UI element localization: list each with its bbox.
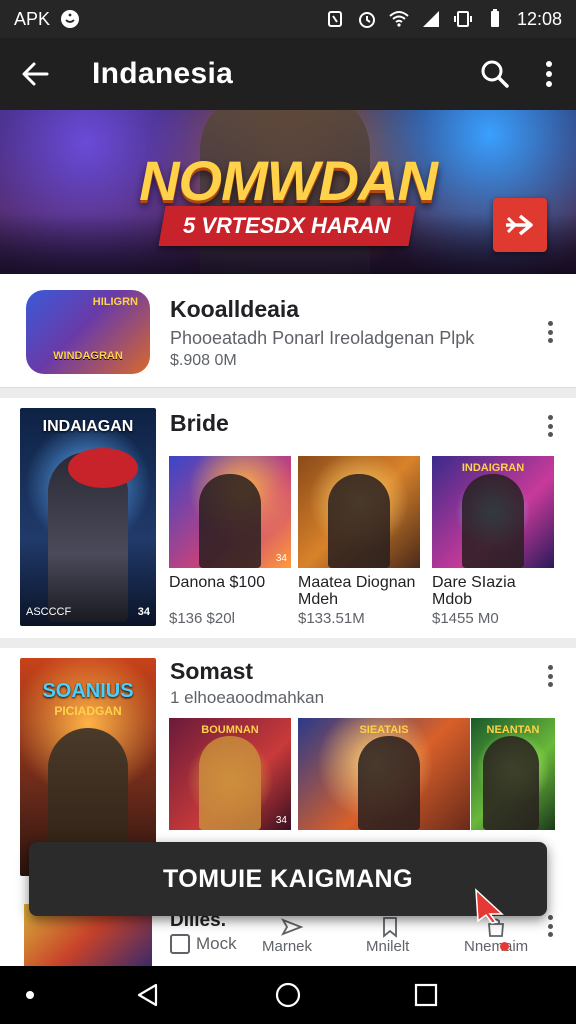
tile-tag: 34 — [275, 815, 287, 826]
hero-banner[interactable]: NOMWDAN 5 VRTESDX HARAN — [0, 110, 576, 274]
poster-footer: ASCCCF — [26, 606, 72, 618]
signal-icon — [422, 11, 439, 27]
tile-title: SIEATAIS — [359, 724, 409, 736]
tile-character-art — [199, 736, 261, 830]
tab-marnek[interactable]: Marnek — [262, 938, 312, 955]
page-title: Indanesia — [92, 57, 234, 90]
arrow-left-icon — [22, 62, 49, 86]
featured-app-meta: $.908 0M — [170, 352, 237, 369]
tile-character-art — [358, 736, 420, 830]
play-arrow-icon — [506, 214, 533, 236]
poster-title: SOANIUS — [42, 680, 134, 702]
tile-price: $133.51M — [298, 610, 365, 627]
section-title: Bride — [170, 410, 229, 436]
section-poster[interactable]: INDAIAGAN ASCCCF 34 — [20, 408, 156, 626]
tile-title: BOUMNAN — [201, 724, 259, 736]
alarm-icon — [358, 12, 375, 28]
tile-title: INDAIGRAN — [461, 462, 525, 474]
featured-app-name: Kooalldeaia — [170, 296, 300, 322]
app-bar: Indanesia — [0, 38, 576, 110]
featured-app-card[interactable]: HILIGRN WINDAGRAN Kooalldeaia Phooeatadh… — [0, 274, 576, 388]
home-circle-icon — [275, 982, 301, 1008]
snackbar-text: TOMUIE KAIGMANG — [162, 864, 414, 893]
carrier-label: APK — [14, 8, 51, 29]
section-card-bride: INDAIAGAN ASCCCF 34 Bride 34 INDAIGRAN D… — [0, 398, 576, 638]
game-tile[interactable]: 34 — [169, 456, 291, 568]
more-vert-icon[interactable] — [538, 412, 562, 440]
more-vert-icon[interactable] — [538, 318, 562, 346]
poster-title: INDAIAGAN — [42, 418, 134, 435]
game-tile[interactable]: SIEATAIS — [298, 718, 470, 830]
search-icon — [481, 60, 509, 88]
more-vert-icon[interactable] — [538, 662, 562, 690]
thumbnail-top-label: HILIGRN — [92, 296, 138, 308]
tab-mnilelt[interactable]: Mnilelt — [366, 938, 409, 955]
nav-home-button[interactable] — [273, 980, 303, 1010]
thumbnail-label: WINDAGRAN — [53, 350, 123, 362]
status-bar: APK 12:08 — [0, 0, 576, 38]
tile-price: $1455 M0 — [432, 610, 499, 627]
pointer-cursor-icon — [475, 888, 504, 924]
hero-ribbon: 5 VRTESDX HARAN — [158, 206, 416, 246]
game-tile[interactable] — [298, 456, 420, 568]
search-button[interactable] — [468, 38, 522, 110]
game-tile[interactable]: INDAIGRAN — [432, 456, 554, 568]
game-tile[interactable]: BOUMNAN 34 — [169, 718, 291, 830]
tile-caption: Maatea Diognan Mdeh — [298, 574, 416, 608]
featured-app-subtitle: Phooeatadh Ponarl Ireoladgenan Plpk — [170, 328, 475, 348]
tile-caption: Danona $100 — [169, 574, 266, 591]
smiley-icon — [61, 10, 80, 28]
section-title: Somast — [170, 658, 254, 684]
featured-app-thumbnail: HILIGRN WINDAGRAN — [26, 290, 150, 374]
nav-recents-button[interactable] — [411, 980, 441, 1010]
section-subtitle: 1 elhoeaoodmahkan — [170, 688, 325, 707]
nfc-icon — [327, 11, 342, 27]
back-triangle-icon — [137, 983, 158, 1007]
poster-subtitle: PICIADGAN — [54, 704, 122, 718]
tile-character-art — [199, 474, 261, 568]
send-icon — [280, 918, 304, 936]
snackbar[interactable]: TOMUIE KAIGMANG — [29, 842, 547, 916]
mock-label: Mock — [170, 934, 237, 954]
checkbox-icon[interactable] — [170, 934, 190, 954]
back-button[interactable] — [0, 38, 70, 110]
tile-tag: 34 — [275, 553, 287, 564]
system-nav-bar — [0, 966, 576, 1024]
mock-text: Mock — [196, 934, 237, 953]
tile-caption: Dare SIazia Mdob — [432, 574, 516, 608]
poster-hair-art — [68, 448, 138, 488]
poster-badge: 34 — [137, 606, 150, 618]
bookmark-icon — [383, 917, 397, 938]
hero-play-button[interactable] — [493, 198, 547, 252]
recents-square-icon — [414, 983, 438, 1007]
more-vert-icon — [546, 61, 552, 87]
game-tile[interactable]: NEANTAN — [471, 718, 555, 830]
more-vert-icon[interactable] — [538, 912, 562, 940]
nav-indicator-dot — [26, 991, 34, 999]
notification-dot — [500, 942, 509, 951]
tile-character-art — [462, 474, 524, 568]
battery-icon — [490, 9, 499, 27]
tile-character-art — [328, 474, 390, 568]
nav-back-button[interactable] — [133, 980, 163, 1010]
tile-title: NEANTAN — [486, 724, 540, 736]
overflow-menu-button[interactable] — [522, 38, 576, 110]
tab-nnemaim[interactable]: Nnemaim — [464, 938, 528, 955]
tile-character-art — [483, 736, 539, 830]
vibrate-icon — [453, 11, 472, 27]
tile-price: $136 $20l — [169, 610, 235, 627]
wifi-icon — [389, 11, 409, 27]
hero-ribbon-text: 5 VRTESDX HARAN — [183, 213, 391, 238]
clock: 12:08 — [516, 8, 562, 29]
hero-headline: NOMWDAN — [139, 149, 438, 212]
